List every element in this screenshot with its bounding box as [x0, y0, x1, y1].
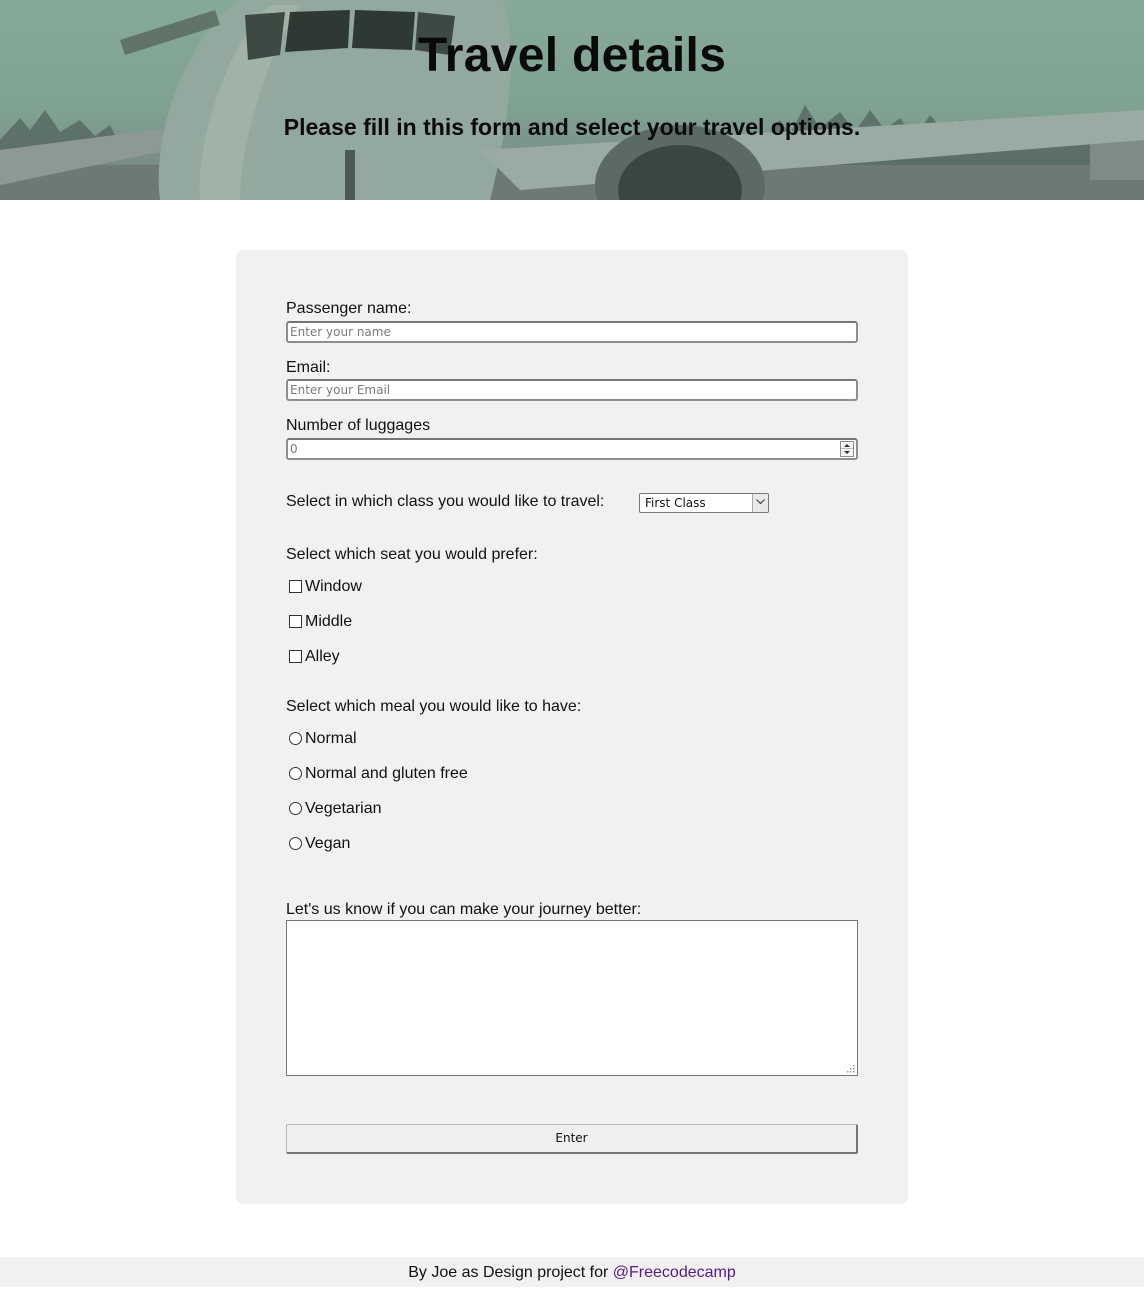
luggage-number-input[interactable]: 0	[286, 438, 858, 460]
seat-label: Select which seat you would prefer:	[286, 546, 538, 563]
seat-alley-label[interactable]: Alley	[305, 648, 340, 666]
spinner-down-icon[interactable]	[841, 449, 853, 456]
travel-form: Passenger name: Enter your name Email: E…	[236, 250, 908, 1204]
meal-label: Select which meal you would like to have…	[286, 698, 582, 715]
comments-label: Let's us know if you can make your journ…	[286, 901, 642, 918]
meal-vegetarian-radio[interactable]	[289, 802, 302, 815]
seat-middle-label[interactable]: Middle	[305, 613, 352, 631]
hero-banner: Travel details Please fill in this form …	[0, 0, 1144, 200]
luggage-label: Number of luggages	[286, 417, 431, 434]
meal-gluten-free-radio[interactable]	[289, 767, 302, 780]
submit-button[interactable]: Enter	[286, 1124, 858, 1154]
resize-grip-icon[interactable]	[847, 1065, 855, 1073]
seat-alley-checkbox[interactable]	[289, 650, 302, 663]
name-placeholder: Enter your name	[290, 325, 391, 339]
spinner-up-icon[interactable]	[841, 442, 853, 449]
class-select[interactable]: First Class	[639, 493, 769, 513]
page-title: Travel details	[417, 29, 727, 82]
seat-window-checkbox[interactable]	[289, 580, 302, 593]
name-input[interactable]: Enter your name	[286, 321, 858, 343]
meal-normal-label[interactable]: Normal	[305, 730, 357, 748]
seat-window-label[interactable]: Window	[305, 578, 362, 596]
email-input[interactable]: Enter your Email	[286, 379, 858, 401]
email-label: Email:	[286, 359, 331, 376]
meal-gluten-free-label[interactable]: Normal and gluten free	[305, 765, 468, 783]
page-footer: By Joe as Design project for @Freecodeca…	[0, 1257, 1144, 1287]
email-placeholder: Enter your Email	[290, 383, 391, 397]
luggage-placeholder: 0	[290, 442, 298, 456]
meal-vegan-radio[interactable]	[289, 837, 302, 850]
meal-vegetarian-label[interactable]: Vegetarian	[305, 800, 382, 818]
chevron-down-icon[interactable]	[752, 494, 768, 512]
name-label: Passenger name:	[286, 300, 412, 317]
class-selected-value: First Class	[645, 496, 706, 510]
meal-vegan-label[interactable]: Vegan	[305, 835, 350, 853]
seat-middle-checkbox[interactable]	[289, 615, 302, 628]
footer-text: By Joe as Design project for	[408, 1264, 613, 1281]
page-subtitle: Please fill in this form and select your…	[283, 114, 861, 140]
class-label: Select in which class you would like to …	[286, 493, 605, 510]
freecodecamp-link[interactable]: @Freecodecamp	[613, 1264, 736, 1281]
luggage-spinner[interactable]	[840, 441, 854, 457]
comments-textarea[interactable]	[286, 920, 858, 1076]
meal-normal-radio[interactable]	[289, 732, 302, 745]
